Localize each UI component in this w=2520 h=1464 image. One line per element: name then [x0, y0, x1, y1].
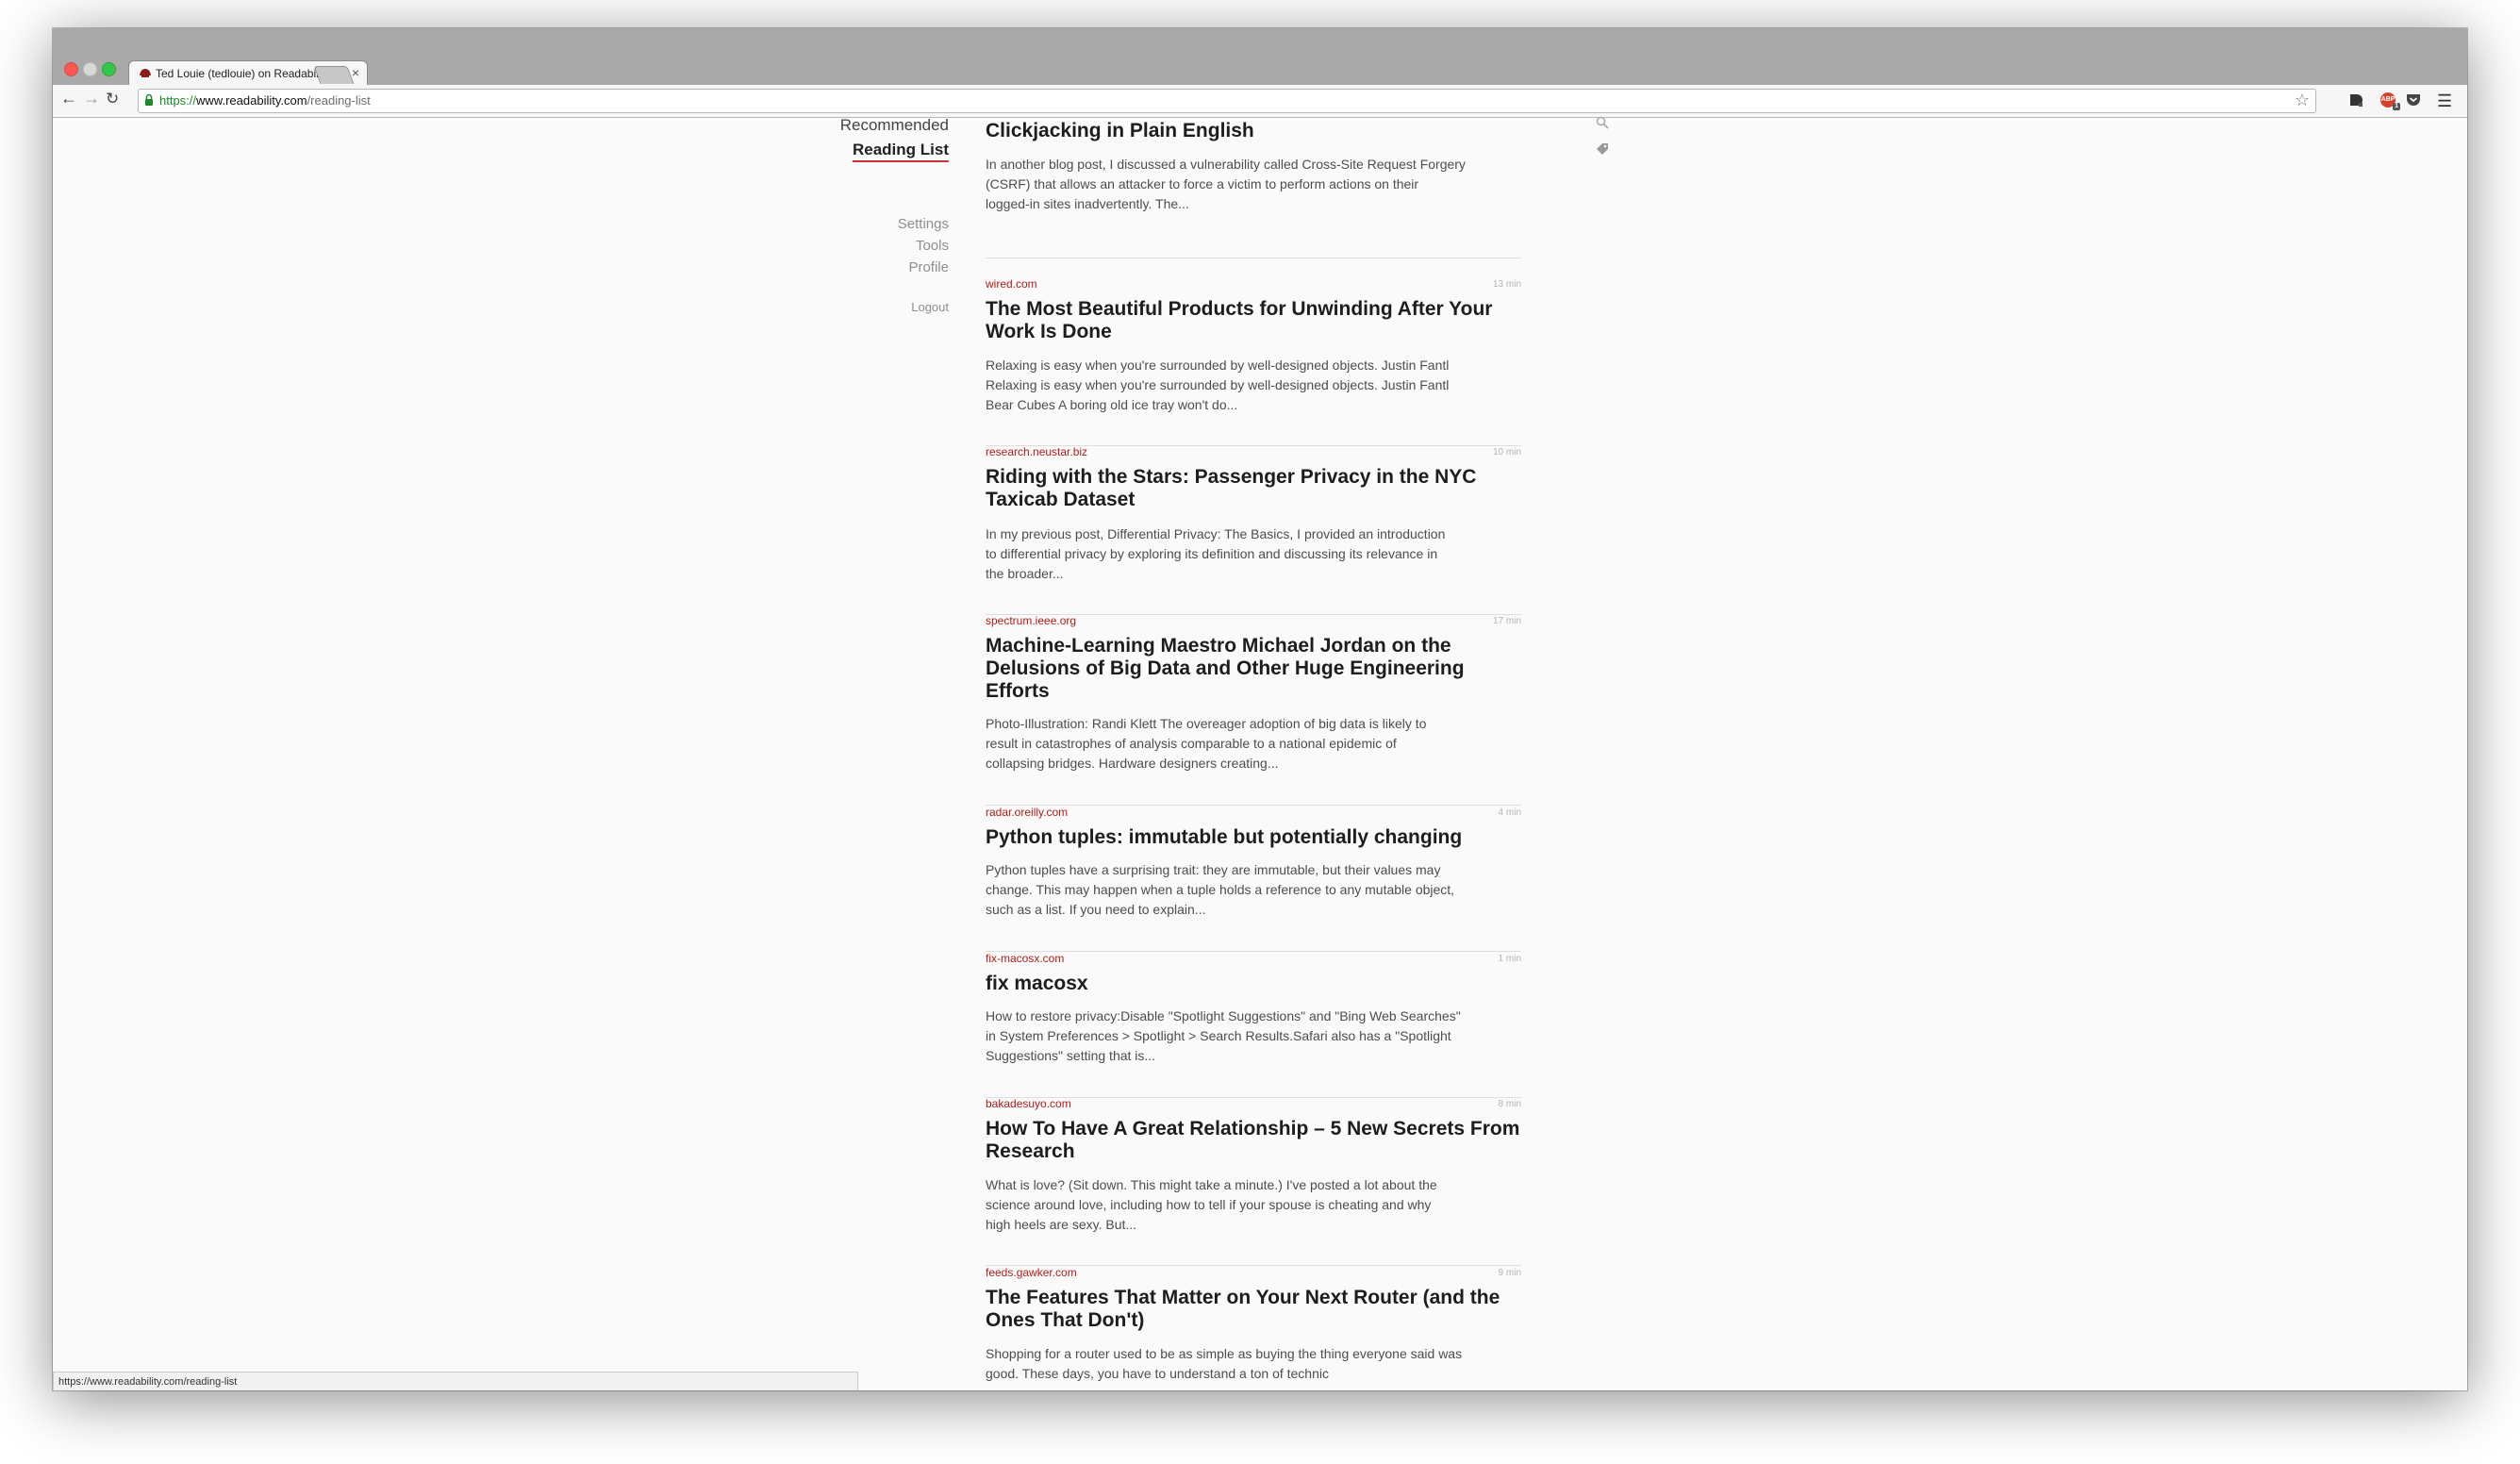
article-title[interactable]: How To Have A Great Relationship – 5 New… — [986, 1118, 1521, 1163]
article-domain[interactable]: feeds.gawker.com — [986, 1266, 1077, 1279]
article-excerpt: Photo-Illustration: Randi Klett The over… — [986, 716, 1427, 771]
article-domain[interactable]: fix-macosx.com — [986, 952, 1064, 965]
status-bar: https://www.readability.com/reading-list — [53, 1372, 858, 1390]
article-item[interactable]: bakadesuyo.com 8 min How To Have A Great… — [986, 1097, 1521, 1266]
article-item[interactable]: Clickjacking in Plain English In another… — [986, 99, 1521, 258]
article-domain[interactable]: radar.oreilly.com — [986, 806, 1068, 819]
nav-logout[interactable]: Logout — [911, 300, 949, 314]
pocket-icon[interactable] — [2406, 92, 2421, 108]
url-text: https://www.readability.com/reading-list — [159, 93, 371, 108]
adblock-plus-icon[interactable]: ABP 1 — [2380, 92, 2400, 110]
nav-reading-list[interactable]: Reading List — [852, 141, 949, 162]
article-domain[interactable]: wired.com — [986, 277, 1037, 291]
nav-recommended[interactable]: Recommended — [840, 116, 949, 135]
search-icon[interactable] — [1596, 116, 1609, 129]
article-title[interactable]: Riding with the Stars: Passenger Privacy… — [986, 466, 1521, 511]
read-time: 9 min — [1498, 1268, 1521, 1278]
article-item[interactable]: wired.com 13 min The Most Beautiful Prod… — [986, 277, 1521, 446]
article-title[interactable]: The Features That Matter on Your Next Ro… — [986, 1287, 1521, 1332]
read-time: 4 min — [1498, 807, 1521, 818]
url-scheme: https:// — [159, 93, 197, 108]
article-excerpt: Relaxing is easy when you're surrounded … — [986, 358, 1450, 412]
close-window-button[interactable] — [64, 62, 78, 76]
article-excerpt: Shopping for a router used to be as simp… — [986, 1346, 1463, 1381]
back-arrow-icon[interactable]: ← — [60, 89, 77, 108]
article-excerpt: What is love? (Sit down. This might take… — [986, 1177, 1437, 1232]
readability-favicon-icon — [140, 69, 151, 77]
close-tab-icon[interactable]: × — [352, 65, 359, 80]
article-excerpt: In another blog post, I discussed a vuln… — [986, 157, 1466, 211]
read-time: 13 min — [1492, 279, 1521, 290]
read-time: 8 min — [1498, 1099, 1521, 1109]
tab-title: Ted Louie (tedlouie) on Readability — [156, 67, 330, 80]
article-domain[interactable]: spectrum.ieee.org — [986, 614, 1076, 627]
forward-arrow-icon[interactable]: → — [83, 89, 100, 108]
lock-icon — [145, 93, 153, 106]
bookmark-star-icon[interactable]: ☆ — [2295, 91, 2310, 110]
url-path: /reading-list — [307, 93, 371, 108]
readability-extension-icon[interactable] — [2348, 92, 2363, 108]
maximize-window-button[interactable] — [102, 62, 116, 76]
adblock-count-badge: 1 — [2393, 103, 2400, 110]
nav-profile[interactable]: Profile — [908, 259, 949, 275]
tag-icon[interactable] — [1596, 142, 1609, 156]
tab-strip: Ted Louie (tedlouie) on Readability × — [53, 28, 2467, 86]
article-title[interactable]: Machine-Learning Maestro Michael Jordan … — [986, 635, 1521, 703]
article-domain[interactable]: research.neustar.biz — [986, 445, 1087, 458]
article-item[interactable]: feeds.gawker.com 9 min The Features That… — [986, 1266, 1521, 1390]
article-item[interactable]: fix-macosx.com 1 min fix macosx How to r… — [986, 952, 1521, 1098]
menu-icon[interactable]: ☰ — [2437, 92, 2452, 111]
page-content: Recommended Reading List Settings Tools … — [53, 116, 2467, 1390]
article-excerpt: In my previous post, Differential Privac… — [986, 526, 1446, 581]
browser-window: Ted Louie (tedlouie) on Readability × ← … — [53, 28, 2467, 1390]
article-excerpt: How to restore privacy:Disable "Spotligh… — [986, 1008, 1461, 1063]
article-item[interactable]: radar.oreilly.com 4 min Python tuples: i… — [986, 806, 1521, 952]
reload-icon[interactable]: ↻ — [106, 90, 119, 108]
article-item[interactable]: spectrum.ieee.org 17 min Machine-Learnin… — [986, 614, 1521, 806]
article-title[interactable]: Python tuples: immutable but potentially… — [986, 826, 1521, 849]
nav-settings[interactable]: Settings — [898, 216, 949, 232]
url-host: www.readability.com — [196, 93, 307, 108]
article-excerpt: Python tuples have a surprising trait: t… — [986, 862, 1455, 917]
article-title[interactable]: Clickjacking in Plain English — [986, 120, 1521, 142]
minimize-window-button[interactable] — [83, 62, 97, 76]
read-time: 1 min — [1498, 954, 1521, 964]
article-domain[interactable]: bakadesuyo.com — [986, 1097, 1071, 1110]
new-tab-button[interactable] — [313, 66, 355, 84]
article-item[interactable]: research.neustar.biz 10 min Riding with … — [986, 445, 1521, 615]
article-title[interactable]: fix macosx — [986, 973, 1521, 995]
nav-tools[interactable]: Tools — [916, 238, 949, 254]
read-time: 17 min — [1492, 616, 1521, 626]
article-title[interactable]: The Most Beautiful Products for Unwindin… — [986, 298, 1521, 343]
read-time: 10 min — [1492, 447, 1521, 458]
